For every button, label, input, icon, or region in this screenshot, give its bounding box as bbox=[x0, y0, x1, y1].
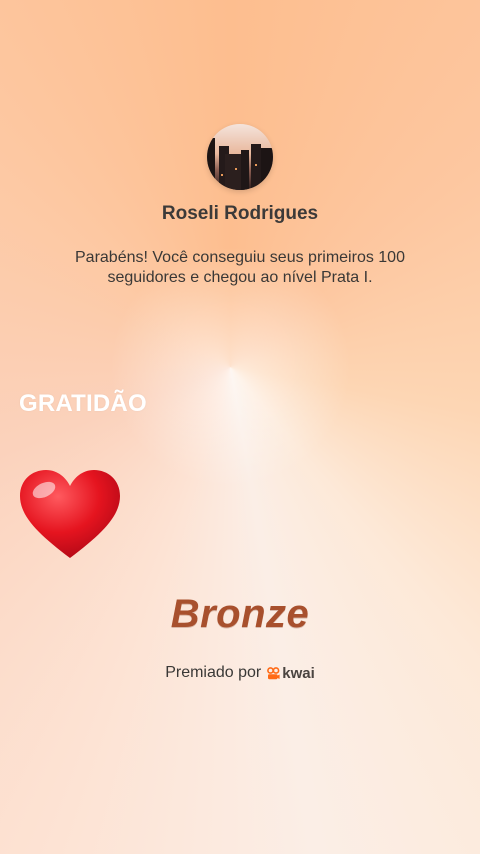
kwai-icon bbox=[267, 666, 280, 679]
level-badge-title: Bronze bbox=[170, 592, 310, 636]
kwai-brand-text: kwai bbox=[282, 664, 315, 682]
red-heart-icon bbox=[18, 468, 122, 560]
awarded-by-label: Premiado por bbox=[165, 664, 262, 681]
awarded-by: Premiado por kwai bbox=[0, 664, 480, 682]
achievement-message: Parabéns! Você conseguiu seus primeiros … bbox=[75, 249, 405, 286]
kwai-logo: kwai bbox=[267, 665, 315, 682]
avatar[interactable] bbox=[207, 124, 273, 190]
overlay-text: GRATIDÃO bbox=[19, 390, 147, 417]
user-name: Roseli Rodrigues bbox=[161, 203, 319, 224]
